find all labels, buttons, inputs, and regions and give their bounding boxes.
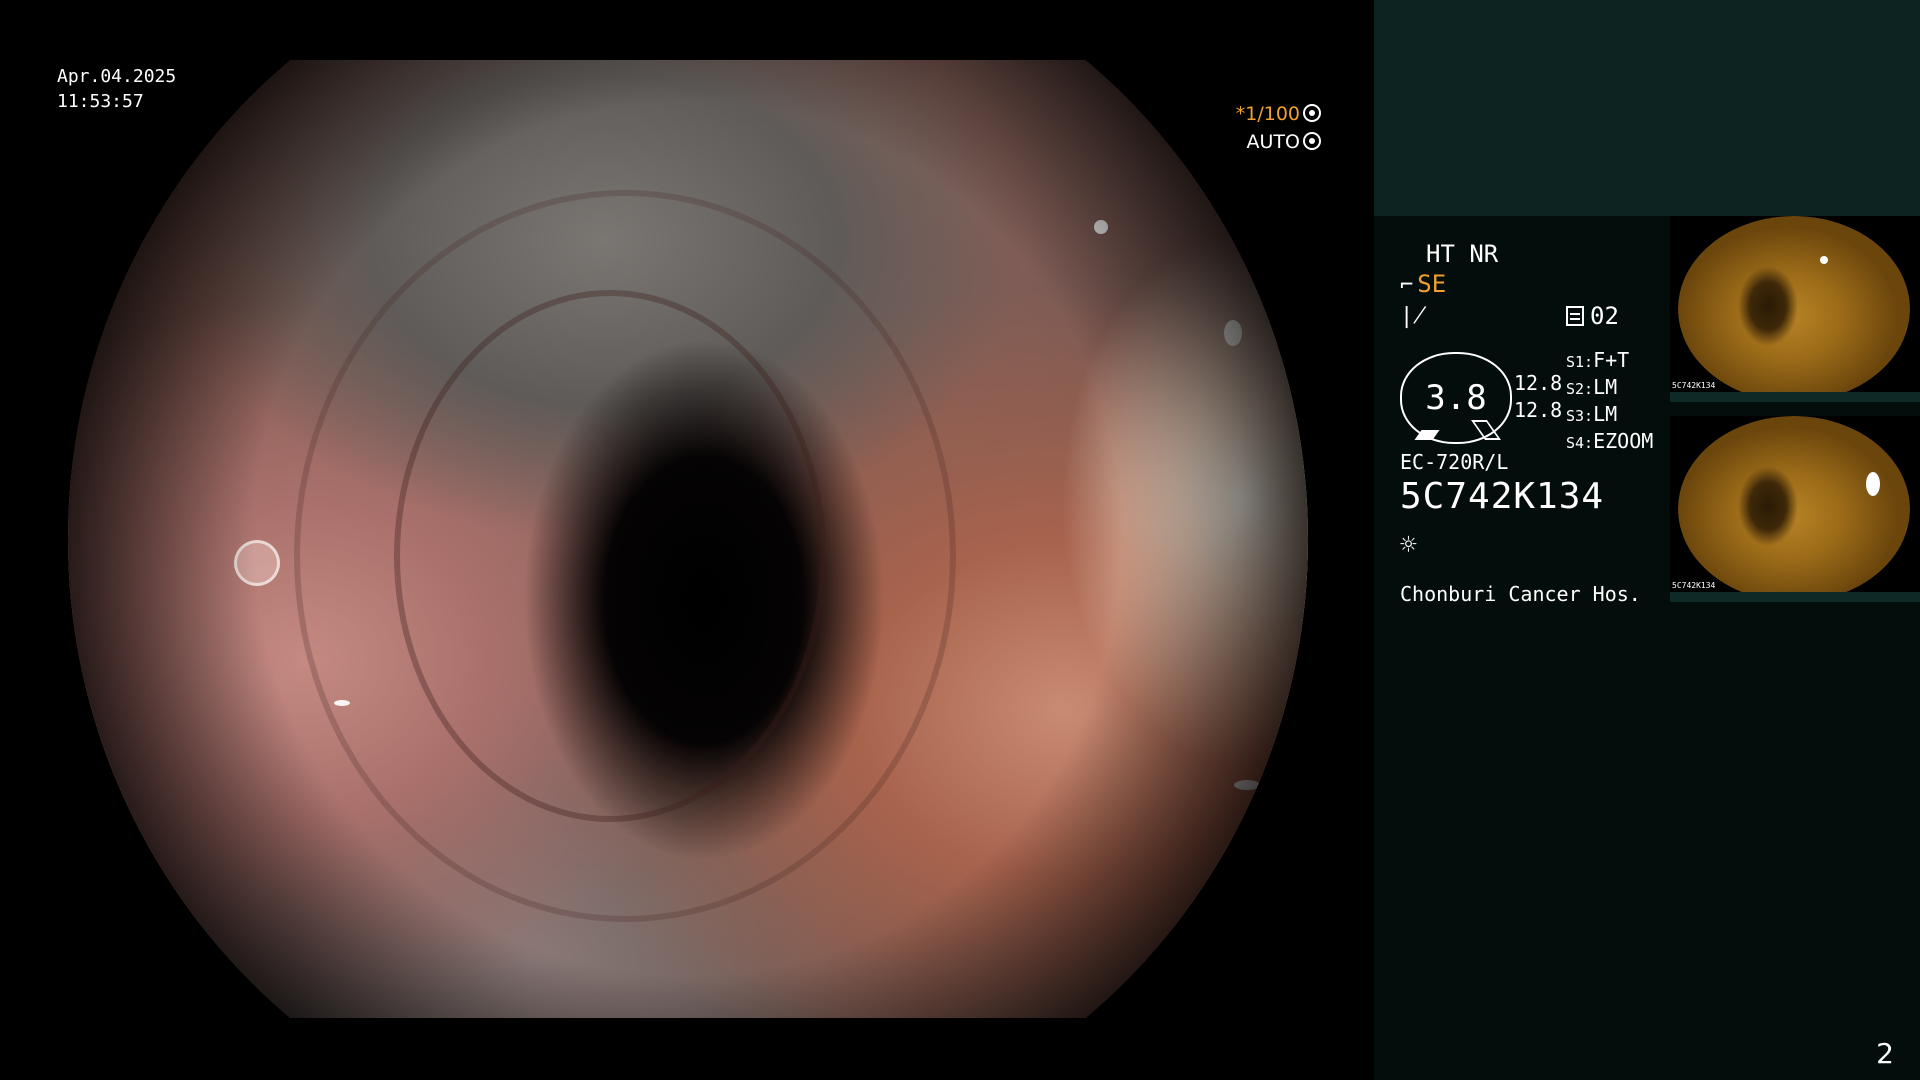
- iris-mode: AUTO: [1246, 131, 1300, 153]
- endoscope-view: Apr.04.2025 11:53:57 *1/100 AUTO: [0, 0, 1374, 1080]
- memory-number: 02: [1590, 302, 1619, 330]
- hospital-name: Chonburi Cancer Hos.: [1400, 582, 1641, 606]
- shutter-speed: *1/100: [1235, 103, 1300, 125]
- iris-icon: [1303, 132, 1321, 150]
- light-reflection: [1820, 256, 1828, 264]
- switch-key: S1:: [1566, 353, 1594, 371]
- color-enhancement-row: ∤: [1400, 304, 1431, 329]
- dial-reading: 12.8: [1514, 371, 1563, 395]
- structure-mode: SE: [1417, 270, 1447, 298]
- switch-key: S2:: [1566, 380, 1594, 398]
- switch-value: LM: [1593, 402, 1618, 426]
- memory-row: 02: [1566, 302, 1619, 330]
- iris-row: AUTO: [1236, 128, 1321, 156]
- structure-enhancement-row: ⌐ SE: [1400, 270, 1446, 298]
- ht-nr-label: HT NR: [1426, 240, 1499, 268]
- switch-key: S4:: [1566, 434, 1594, 452]
- endoscope-image: [68, 60, 1308, 1018]
- switch-value: F+T: [1593, 348, 1630, 372]
- scope-switches: S1:F+T S2:LM S3:LM S4:EZOOM: [1566, 348, 1653, 456]
- panel-header-area: [1374, 0, 1920, 216]
- captured-image-thumbnail[interactable]: 5C742K134: [1670, 216, 1920, 402]
- thumbnail-image: [1678, 416, 1910, 602]
- brightness-icon: ☼: [1400, 528, 1417, 561]
- thumbnail-image: [1678, 216, 1910, 402]
- thumbnail-caption: 5C742K134: [1672, 381, 1716, 390]
- switch-row: S3:LM: [1566, 402, 1653, 429]
- page-number: 2: [1876, 1037, 1894, 1070]
- color-enhancement-icon: ∤: [1400, 304, 1427, 329]
- dial-reading: 12.8: [1514, 398, 1563, 422]
- exam-date: Apr.04.2025: [57, 66, 177, 87]
- serial-number: 5C742K134: [1400, 476, 1605, 517]
- light-reflection: [1866, 472, 1880, 496]
- memory-icon: [1566, 306, 1584, 326]
- switch-key: S3:: [1566, 407, 1594, 425]
- shutter-icon: [1303, 104, 1321, 122]
- shutter-row: *1/100: [1236, 100, 1321, 128]
- dial-readings: 12.8 12.8: [1514, 370, 1562, 424]
- thumbnail-caption: 5C742K134: [1672, 581, 1716, 590]
- dial-value: 3.8: [1425, 378, 1487, 418]
- scope-model: EC-720R/L: [1400, 450, 1509, 474]
- zoom-dial: 3.8: [1400, 352, 1512, 444]
- exam-time: 11:53:57: [57, 91, 144, 112]
- thumbnail-bar: [1670, 592, 1920, 602]
- date-time: Apr.04.2025 11:53:57: [57, 64, 176, 114]
- exposure-overlay: *1/100 AUTO: [1236, 100, 1321, 156]
- switch-value: LM: [1593, 375, 1618, 399]
- captured-image-thumbnail[interactable]: 5C742K134: [1670, 416, 1920, 602]
- structure-enhancement-icon: ⌐: [1400, 273, 1414, 298]
- switch-row: S1:F+T: [1566, 348, 1653, 375]
- dial-marker-filled: [1414, 430, 1440, 440]
- thumbnail-bar: [1670, 392, 1920, 402]
- dial-marker-outline: [1470, 420, 1502, 440]
- edge-vignette: [68, 60, 1308, 1018]
- switch-row: S2:LM: [1566, 375, 1653, 402]
- switch-row: S4:EZOOM: [1566, 429, 1653, 456]
- switch-value: EZOOM: [1593, 429, 1654, 453]
